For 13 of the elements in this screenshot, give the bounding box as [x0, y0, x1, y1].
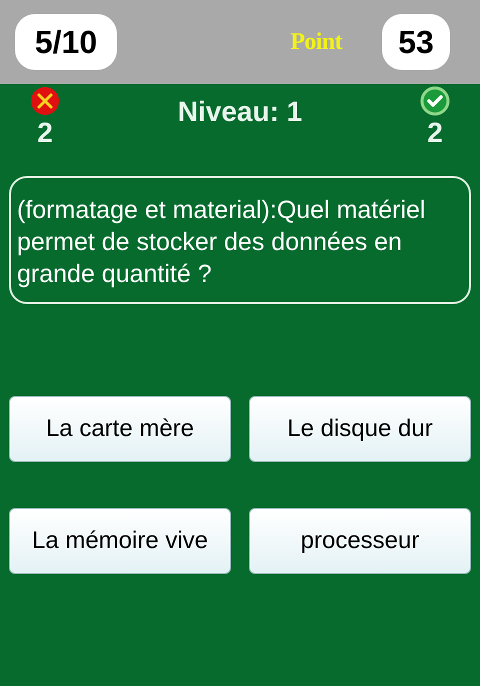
check-icon — [420, 86, 450, 116]
points-label: Point — [290, 28, 342, 57]
answer-button[interactable]: La mémoire vive — [9, 508, 231, 574]
answer-button[interactable]: processeur — [249, 508, 471, 574]
progress-counter: 5/10 — [15, 14, 117, 70]
wrong-icon — [30, 86, 60, 116]
points-counter: 53 — [382, 14, 450, 70]
question-card: (formatage et material):Quel matériel permet de stocker des données en grande quantité ? — [9, 176, 471, 304]
level-title: Niveau: 1 — [178, 95, 302, 129]
answer-button[interactable]: La carte mère — [9, 396, 231, 462]
wrong-count: 2 — [37, 119, 53, 147]
answer-button[interactable]: Le disque dur — [249, 396, 471, 462]
right-count: 2 — [427, 119, 443, 147]
